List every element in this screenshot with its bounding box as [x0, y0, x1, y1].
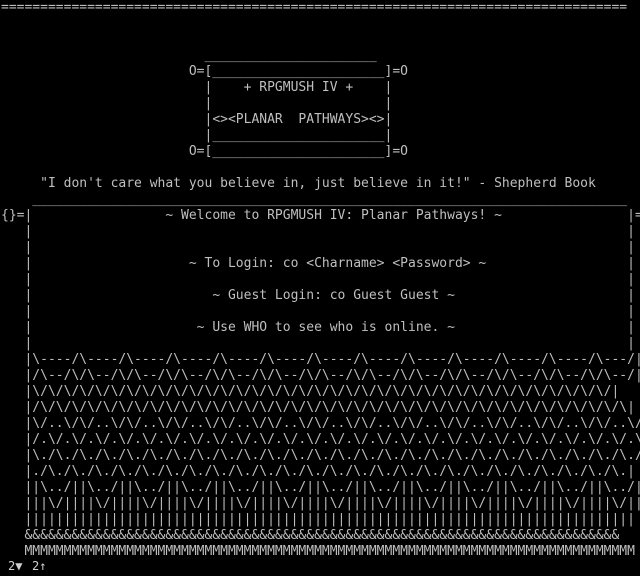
status-indicator-up: 2↑ — [32, 559, 47, 573]
terminal-line: |\----/\----/\----/\----/\----/\----/\--… — [1, 352, 640, 367]
terminal-line: |./\./\./\./\./\./\./\./\./\./\./\./\./\… — [1, 464, 635, 479]
terminal-window[interactable]: ========================================… — [0, 0, 640, 576]
terminal-line: O=[______________________]=O — [1, 144, 408, 159]
terminal-line: |||\/||||\/||||\/||||\/||||\/||||\/||||\… — [1, 496, 640, 511]
status-indicator-down: 2▼ — [8, 559, 23, 573]
terminal-line: &&&&&&&&&&&&&&&&&&&&&&&&&&&&&&&&&&&&&&&&… — [1, 528, 620, 543]
terminal-line: | | — [1, 304, 635, 319]
terminal-line: |/.\/.\/.\/.\/.\/.\/.\/.\/.\/.\/.\/.\/.\… — [1, 432, 640, 447]
terminal-line: | ~ Use WHO to see who is online. ~ | — [1, 320, 635, 335]
terminal-line: ______________________ — [1, 48, 377, 63]
terminal-line: | | — [1, 96, 393, 111]
terminal-line: O=[______________________]=O — [1, 64, 408, 79]
terminal-line: |/\/\/\/\/\/\/\/\/\/\/\/\/\/\/\/\/\/\/\/… — [1, 400, 635, 415]
terminal-line: ========================================… — [1, 0, 628, 15]
terminal-line: |\./\./\./\./\./\./\./\./\./\./\./\./\./… — [1, 448, 640, 463]
terminal-line: ||\../||\../||\../||\../||\../||\../||\.… — [1, 480, 640, 495]
terminal-line: |\/\/\/\/\/\/\/\/\/\/\/\/\/\/\/\/\/\/\/\… — [1, 384, 620, 399]
terminal-line: |\/..\/\/..\/\/..\/\/..\/\/..\/\/..\/\/.… — [1, 416, 640, 431]
terminal-line: |/\--/\/\--/\/\--/\/\--/\/\--/\/\--/\/\-… — [1, 368, 640, 383]
terminal-line: ________________________________________… — [1, 192, 628, 207]
terminal-line: | | — [1, 240, 635, 255]
terminal-line: |<><PLANAR PATHWAYS><>| — [1, 112, 393, 127]
terminal-line: | | — [1, 336, 635, 351]
terminal-line: | | — [1, 272, 635, 287]
terminal-line: | | — [1, 224, 635, 239]
terminal-line: ||||||||||||||||||||||||||||||||||||||||… — [1, 512, 635, 527]
terminal-line: | ~ To Login: co <Charname> <Password> ~… — [1, 256, 635, 271]
terminal-line: "I don't care what you believe in, just … — [1, 176, 596, 191]
terminal-output: ========================================… — [1, 0, 640, 576]
terminal-line: | + RPGMUSH IV + | — [1, 80, 393, 95]
terminal-line: | ~ Guest Login: co Guest Guest ~ | — [1, 288, 635, 303]
status-bar: 2▼ 2↑ — [0, 556, 640, 576]
terminal-line: |______________________| — [1, 128, 393, 143]
terminal-line: {}=| ~ Welcome to RPGMUSH IV: Planar Pat… — [1, 208, 640, 223]
